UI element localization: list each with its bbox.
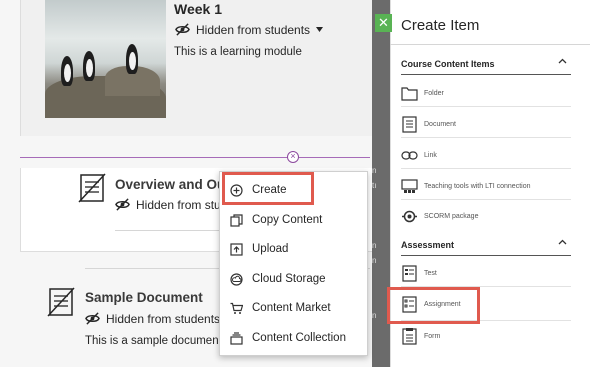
create-lti-option[interactable]: Teaching tools with LTI connection [401,173,571,199]
scorm-icon [402,210,417,222]
create-folder-option[interactable]: Folder [401,80,571,106]
chevron-up-icon[interactable] [558,57,567,66]
create-test-option[interactable]: Test [401,260,571,286]
assignment-icon [402,295,417,313]
eye-slash-icon [85,312,100,325]
section-rule [401,74,571,75]
menu-item-label: Copy Content [252,214,323,226]
module-description: This is a learning module [174,46,302,58]
create-link-option[interactable]: Link [401,142,571,168]
link-icon [401,150,418,160]
caret-down-icon [316,27,324,32]
menu-item-copy-content[interactable]: Copy Content [220,205,367,235]
lti-icon [401,178,418,193]
plus-circle-icon [230,183,243,197]
panel-header-separator [390,44,590,45]
menu-item-content-collection[interactable]: Content Collection [220,323,367,353]
section-rule [401,255,571,256]
upload-icon [230,242,243,256]
menu-item-create[interactable]: Create [220,175,367,205]
document-hidden-icon [78,173,106,203]
menu-item-label: Create [252,184,287,196]
overview-visibility-label: Hidden from stu [136,197,221,212]
option-label: Assignment [424,300,461,308]
folder-icon [401,86,418,101]
eye-slash-icon [175,23,190,36]
sample-document-title[interactable]: Sample Document [85,290,203,305]
close-panel-button[interactable]: ✕ [375,14,392,32]
insert-divider [20,157,370,158]
option-label: Folder [424,89,444,97]
test-icon [402,264,417,282]
menu-item-cloud-storage[interactable]: Cloud Storage [220,264,367,294]
option-separator [401,106,571,107]
copy-icon [230,213,243,227]
menu-item-label: Upload [252,243,289,255]
section-heading-course-content[interactable]: Course Content Items [401,59,495,69]
cloud-icon [230,272,243,286]
module-visibility-dropdown[interactable]: Hidden from students [175,22,324,37]
overview-visibility[interactable]: Hidden from stu [115,197,221,212]
option-label: Link [424,151,437,159]
overview-item-title[interactable]: Overview and Ou [115,177,225,192]
menu-item-label: Cloud Storage [252,273,326,285]
option-separator [401,320,571,321]
collection-icon [230,331,243,345]
option-label: Teaching tools with LTI connection [424,182,531,190]
option-label: Form [424,332,441,340]
add-content-button[interactable]: × [287,151,299,163]
option-separator [401,137,571,138]
chevron-up-icon[interactable] [558,238,567,247]
form-icon [402,327,417,345]
panel-title: Create Item [401,17,480,34]
overview-separator [115,230,220,231]
option-label: Test [424,269,437,277]
add-content-menu: Create Copy Content Upload Cloud Storage… [219,171,368,356]
menu-item-label: Content Collection [252,332,346,344]
sample-document-visibility-label: Hidden from students [106,311,221,326]
document-icon [402,115,417,133]
create-assignment-option[interactable]: Assignment [401,291,571,317]
panel-overlay: n tı n n n [372,0,390,367]
document-hidden-icon [47,287,75,317]
menu-item-content-market[interactable]: Content Market [220,293,367,323]
menu-item-label: Content Market [252,302,331,314]
option-separator [401,199,571,200]
option-label: SCORM package [424,212,479,220]
section-heading-assessment[interactable]: Assessment [401,240,454,250]
option-label: Document [424,120,456,128]
eye-slash-icon [115,198,130,211]
option-separator [401,286,571,287]
sample-document-description: This is a sample documen [85,335,219,347]
module-thumbnail [45,0,166,118]
create-form-option[interactable]: Form [401,323,571,349]
module-title[interactable]: Week 1 [174,1,222,17]
create-scorm-option[interactable]: SCORM package [401,203,571,229]
cart-icon [230,302,243,314]
option-separator [401,168,571,169]
module-visibility-label: Hidden from students [196,22,311,37]
sample-document-visibility[interactable]: Hidden from students [85,311,220,326]
create-document-option[interactable]: Document [401,111,571,137]
menu-item-upload[interactable]: Upload [220,234,367,264]
